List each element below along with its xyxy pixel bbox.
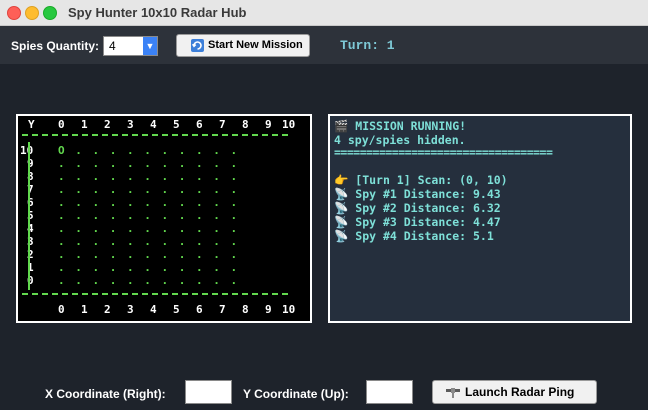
spy-distance-line: 📡 Spy #2 Distance: 6.32 bbox=[334, 201, 501, 215]
grid-row: . . . . . . . . . . . bbox=[58, 261, 238, 274]
x-coordinate-input[interactable] bbox=[185, 380, 232, 404]
satellite-dish-icon: 📡 bbox=[334, 229, 349, 243]
scan-line: 👉 [Turn 1] Scan: (0, 10) bbox=[334, 173, 508, 187]
grid-row: . . . . . . . . . . . bbox=[58, 157, 238, 170]
x-label: 5 bbox=[173, 118, 180, 131]
launch-radar-ping-label: Launch Radar Ping bbox=[465, 385, 575, 399]
x-label: 9 bbox=[265, 118, 272, 131]
radar-grid: Y 0 1 2 3 4 5 6 7 8 9 10 10 O . . . . . … bbox=[16, 114, 312, 323]
grid-row: . . . . . . . . . . . bbox=[58, 235, 238, 248]
x-label: 9 bbox=[265, 303, 272, 316]
x-coordinate-label: X Coordinate (Right): bbox=[45, 387, 166, 401]
grid-y-header: Y bbox=[28, 118, 35, 131]
x-label: 7 bbox=[219, 118, 226, 131]
grid-row: . . . . . . . . . . . bbox=[58, 274, 238, 287]
grid-top-divider bbox=[22, 134, 288, 136]
scan-text: [Turn 1] Scan: (0, 10) bbox=[355, 173, 508, 187]
satellite-dish-icon: 📡 bbox=[334, 201, 349, 215]
start-new-mission-button[interactable]: Start New Mission bbox=[176, 34, 310, 57]
x-label: 6 bbox=[196, 303, 203, 316]
x-label: 5 bbox=[173, 303, 180, 316]
title-bar: Spy Hunter 10x10 Radar Hub bbox=[0, 0, 648, 26]
spy-distance-line: 📡 Spy #4 Distance: 5.1 bbox=[334, 229, 494, 243]
x-label: 2 bbox=[104, 303, 111, 316]
x-label: 1 bbox=[81, 303, 88, 316]
window-title: Spy Hunter 10x10 Radar Hub bbox=[68, 5, 247, 20]
x-label: 0 bbox=[58, 118, 65, 131]
grid-y-axis-line bbox=[28, 142, 30, 290]
x-label: 3 bbox=[127, 118, 134, 131]
grid-bottom-divider bbox=[22, 293, 288, 295]
mission-status: MISSION RUNNING! bbox=[355, 119, 467, 133]
start-new-mission-label: Start New Mission bbox=[208, 39, 303, 51]
satellite-dish-icon: 📡 bbox=[334, 187, 349, 201]
spy-distance-text: Spy #1 Distance: 9.43 bbox=[355, 187, 501, 201]
mission-log: 🎬 MISSION RUNNING! 4 spy/spies hidden. =… bbox=[328, 114, 632, 323]
x-label: 8 bbox=[242, 303, 249, 316]
x-label: 0 bbox=[58, 303, 65, 316]
turn-counter: Turn: 1 bbox=[340, 38, 395, 53]
spies-quantity-select[interactable]: 4 ▼ bbox=[103, 36, 158, 56]
satellite-icon bbox=[445, 384, 461, 402]
clapperboard-icon: 🎬 bbox=[334, 119, 349, 133]
x-label: 7 bbox=[219, 303, 226, 316]
refresh-icon bbox=[191, 39, 204, 55]
zoom-window-button[interactable] bbox=[43, 6, 57, 20]
grid-row: . . . . . . . . . . . bbox=[58, 183, 238, 196]
x-label: 4 bbox=[150, 118, 157, 131]
spy-distance-line: 📡 Spy #1 Distance: 9.43 bbox=[334, 187, 501, 201]
grid-row: . . . . . . . . . . . bbox=[58, 196, 238, 209]
x-label: 6 bbox=[196, 118, 203, 131]
x-label: 4 bbox=[150, 303, 157, 316]
grid-row: . . . . . . . . . . . bbox=[58, 248, 238, 261]
satellite-dish-icon: 📡 bbox=[334, 215, 349, 229]
spies-quantity-value: 4 bbox=[109, 39, 116, 53]
log-divider: ================================== bbox=[334, 145, 553, 159]
x-label: 2 bbox=[104, 118, 111, 131]
grid-row: . . . . . . . . . . . bbox=[58, 209, 238, 222]
launch-radar-ping-button[interactable]: Launch Radar Ping bbox=[432, 380, 597, 404]
spy-distance-text: Spy #3 Distance: 4.47 bbox=[355, 215, 501, 229]
spy-distance-text: Spy #2 Distance: 6.32 bbox=[355, 201, 501, 215]
grid-row: . . . . . . . . . . . bbox=[58, 170, 238, 183]
x-label: 3 bbox=[127, 303, 134, 316]
pointing-hand-icon: 👉 bbox=[334, 173, 349, 187]
minimize-window-button[interactable] bbox=[25, 6, 39, 20]
x-label: 10 bbox=[282, 303, 296, 316]
x-label: 10 bbox=[282, 118, 296, 131]
spy-distance-line: 📡 Spy #3 Distance: 4.47 bbox=[334, 215, 501, 229]
spy-distance-text: Spy #4 Distance: 5.1 bbox=[355, 229, 494, 243]
grid-row: . . . . . . . . . . . bbox=[58, 222, 238, 235]
mission-status-line: 🎬 MISSION RUNNING! bbox=[334, 119, 466, 133]
grid-row: O . . . . . . . . . . bbox=[58, 144, 238, 157]
y-coordinate-label: Y Coordinate (Up): bbox=[243, 387, 349, 401]
chevron-down-icon[interactable]: ▼ bbox=[143, 37, 157, 55]
x-label: 1 bbox=[81, 118, 88, 131]
y-coordinate-input[interactable] bbox=[366, 380, 413, 404]
spies-quantity-label: Spies Quantity: bbox=[11, 39, 100, 53]
y-label: 10 bbox=[20, 144, 34, 157]
x-label: 8 bbox=[242, 118, 249, 131]
close-window-button[interactable] bbox=[7, 6, 21, 20]
